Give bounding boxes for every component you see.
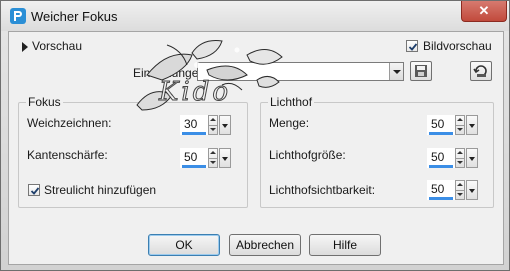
value-underline	[429, 132, 453, 135]
menge-label: Menge:	[269, 116, 310, 130]
ok-button[interactable]: OK	[148, 234, 220, 256]
spin-updown-icon[interactable]	[208, 148, 218, 168]
spin-dropdown-icon[interactable]	[466, 180, 478, 200]
spin-updown-icon[interactable]	[455, 115, 465, 135]
window-title: Weicher Fokus	[31, 9, 118, 24]
title-bar[interactable]: Weicher Fokus ✕	[1, 1, 509, 31]
streulicht-label: Streulicht hinzufügen	[44, 183, 157, 197]
weichzeichnen-spinner[interactable]: 30	[180, 115, 232, 135]
weichzeichnen-input[interactable]: 30	[180, 115, 208, 135]
streulicht-checkbox[interactable]	[28, 184, 40, 196]
chevron-down-icon[interactable]	[389, 63, 403, 80]
spin-dropdown-icon[interactable]	[219, 148, 231, 168]
cancel-button[interactable]: Abbrechen	[229, 234, 301, 256]
checkmark-icon	[30, 187, 40, 195]
help-button[interactable]: Hilfe	[309, 234, 381, 256]
dialog-window: Weicher Fokus ✕ Vorschau Bildvorschau Ei…	[0, 0, 510, 271]
bildvorschau-checkbox[interactable]	[406, 40, 418, 52]
dialog-client: Vorschau Bildvorschau Einstellungen Foku…	[8, 31, 504, 265]
lichthof-group-title: Lichthof	[268, 95, 315, 109]
lichthofgroesse-input[interactable]: 50	[427, 148, 455, 168]
kantenschaerfe-input[interactable]: 50	[180, 148, 208, 168]
spin-dropdown-icon[interactable]	[219, 115, 231, 135]
menge-input[interactable]: 50	[427, 115, 455, 135]
lichthofsichtbarkeit-label: Lichthofsichtbarkeit:	[269, 183, 376, 197]
weichzeichnen-value: 30	[184, 117, 198, 131]
kantenschaerfe-spinner[interactable]: 50	[180, 148, 232, 168]
value-underline	[182, 165, 206, 168]
kantenschaerfe-label: Kantenschärfe:	[27, 148, 108, 162]
save-preset-button[interactable]	[410, 61, 432, 81]
fokus-group-title: Fokus	[26, 95, 63, 109]
lichthofgroesse-label: Lichthofgröße:	[269, 148, 346, 162]
value-underline	[429, 197, 453, 200]
spin-dropdown-icon[interactable]	[466, 148, 478, 168]
value-underline	[429, 165, 453, 168]
value-underline	[182, 132, 206, 135]
reset-button[interactable]	[470, 61, 492, 81]
menge-value: 50	[431, 117, 445, 131]
weichzeichnen-label: Weichzeichnen:	[27, 116, 112, 130]
close-button[interactable]: ✕	[461, 1, 507, 22]
preview-label[interactable]: Vorschau	[32, 39, 82, 53]
lichthofgroesse-value: 50	[431, 150, 445, 164]
spin-dropdown-icon[interactable]	[466, 115, 478, 135]
lichthofgroesse-spinner[interactable]: 50	[427, 148, 479, 168]
spin-updown-icon[interactable]	[455, 180, 465, 200]
lichthofsichtbarkeit-input[interactable]: 50	[427, 180, 455, 200]
kantenschaerfe-value: 50	[184, 150, 198, 164]
expand-triangle-icon[interactable]	[22, 42, 28, 52]
spin-updown-icon[interactable]	[208, 115, 218, 135]
bildvorschau-label: Bildvorschau	[423, 39, 492, 53]
close-icon: ✕	[478, 3, 490, 18]
app-icon	[10, 8, 26, 24]
watermark-text: Kido	[158, 77, 232, 108]
menge-spinner[interactable]: 50	[427, 115, 479, 135]
lichthofsichtbarkeit-spinner[interactable]: 50	[427, 180, 479, 200]
reset-icon	[473, 65, 487, 77]
checkmark-icon	[408, 43, 418, 51]
lichthofsichtbarkeit-value: 50	[431, 182, 445, 196]
spin-updown-icon[interactable]	[455, 148, 465, 168]
save-icon	[415, 65, 427, 77]
